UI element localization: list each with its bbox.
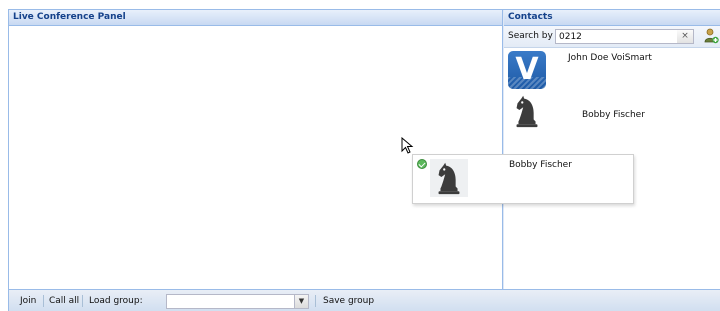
live-conference-panel: Live Conference Panel — [9, 10, 503, 289]
toolbar-separator — [82, 295, 83, 307]
chevron-down-icon[interactable]: ▼ — [294, 295, 308, 308]
contact-name: Bobby Fischer — [582, 110, 645, 120]
dragged-contact-card[interactable]: Bobby Fischer — [412, 154, 634, 204]
clear-search-button[interactable]: × — [677, 29, 694, 44]
contacts-search-bar: Search by × — [504, 26, 720, 48]
save-group-button[interactable]: Save group — [323, 296, 374, 306]
search-by-label: Search by — [508, 31, 553, 41]
dragged-contact-name: Bobby Fischer — [509, 160, 572, 170]
contacts-panel: Contacts Search by × V John Doe VoiSmart — [504, 10, 720, 289]
chess-knight-icon — [516, 95, 538, 128]
contacts-panel-title: Contacts — [504, 10, 720, 26]
chess-knight-icon — [430, 159, 468, 197]
load-group-label: Load group: — [89, 296, 143, 306]
load-group-select[interactable]: ▼ — [166, 294, 309, 309]
mouse-pointer-icon — [401, 137, 414, 154]
add-contact-icon[interactable] — [703, 28, 719, 44]
search-input[interactable] — [555, 29, 678, 44]
contact-item[interactable]: Bobby Fischer — [504, 90, 720, 132]
join-button[interactable]: Join — [20, 296, 36, 306]
toolbar-separator — [43, 295, 44, 307]
contact-item[interactable]: V John Doe VoiSmart — [504, 49, 720, 91]
conference-toolbar: Join Call all Load group: ▼ Save group — [9, 289, 720, 311]
toolbar-separator — [315, 295, 316, 307]
voismart-v-logo-icon: V — [508, 51, 546, 89]
call-all-button[interactable]: Call all — [49, 296, 79, 306]
online-check-icon — [417, 159, 427, 169]
live-conference-panel-title: Live Conference Panel — [9, 10, 502, 26]
contact-name: John Doe VoiSmart — [568, 53, 652, 63]
